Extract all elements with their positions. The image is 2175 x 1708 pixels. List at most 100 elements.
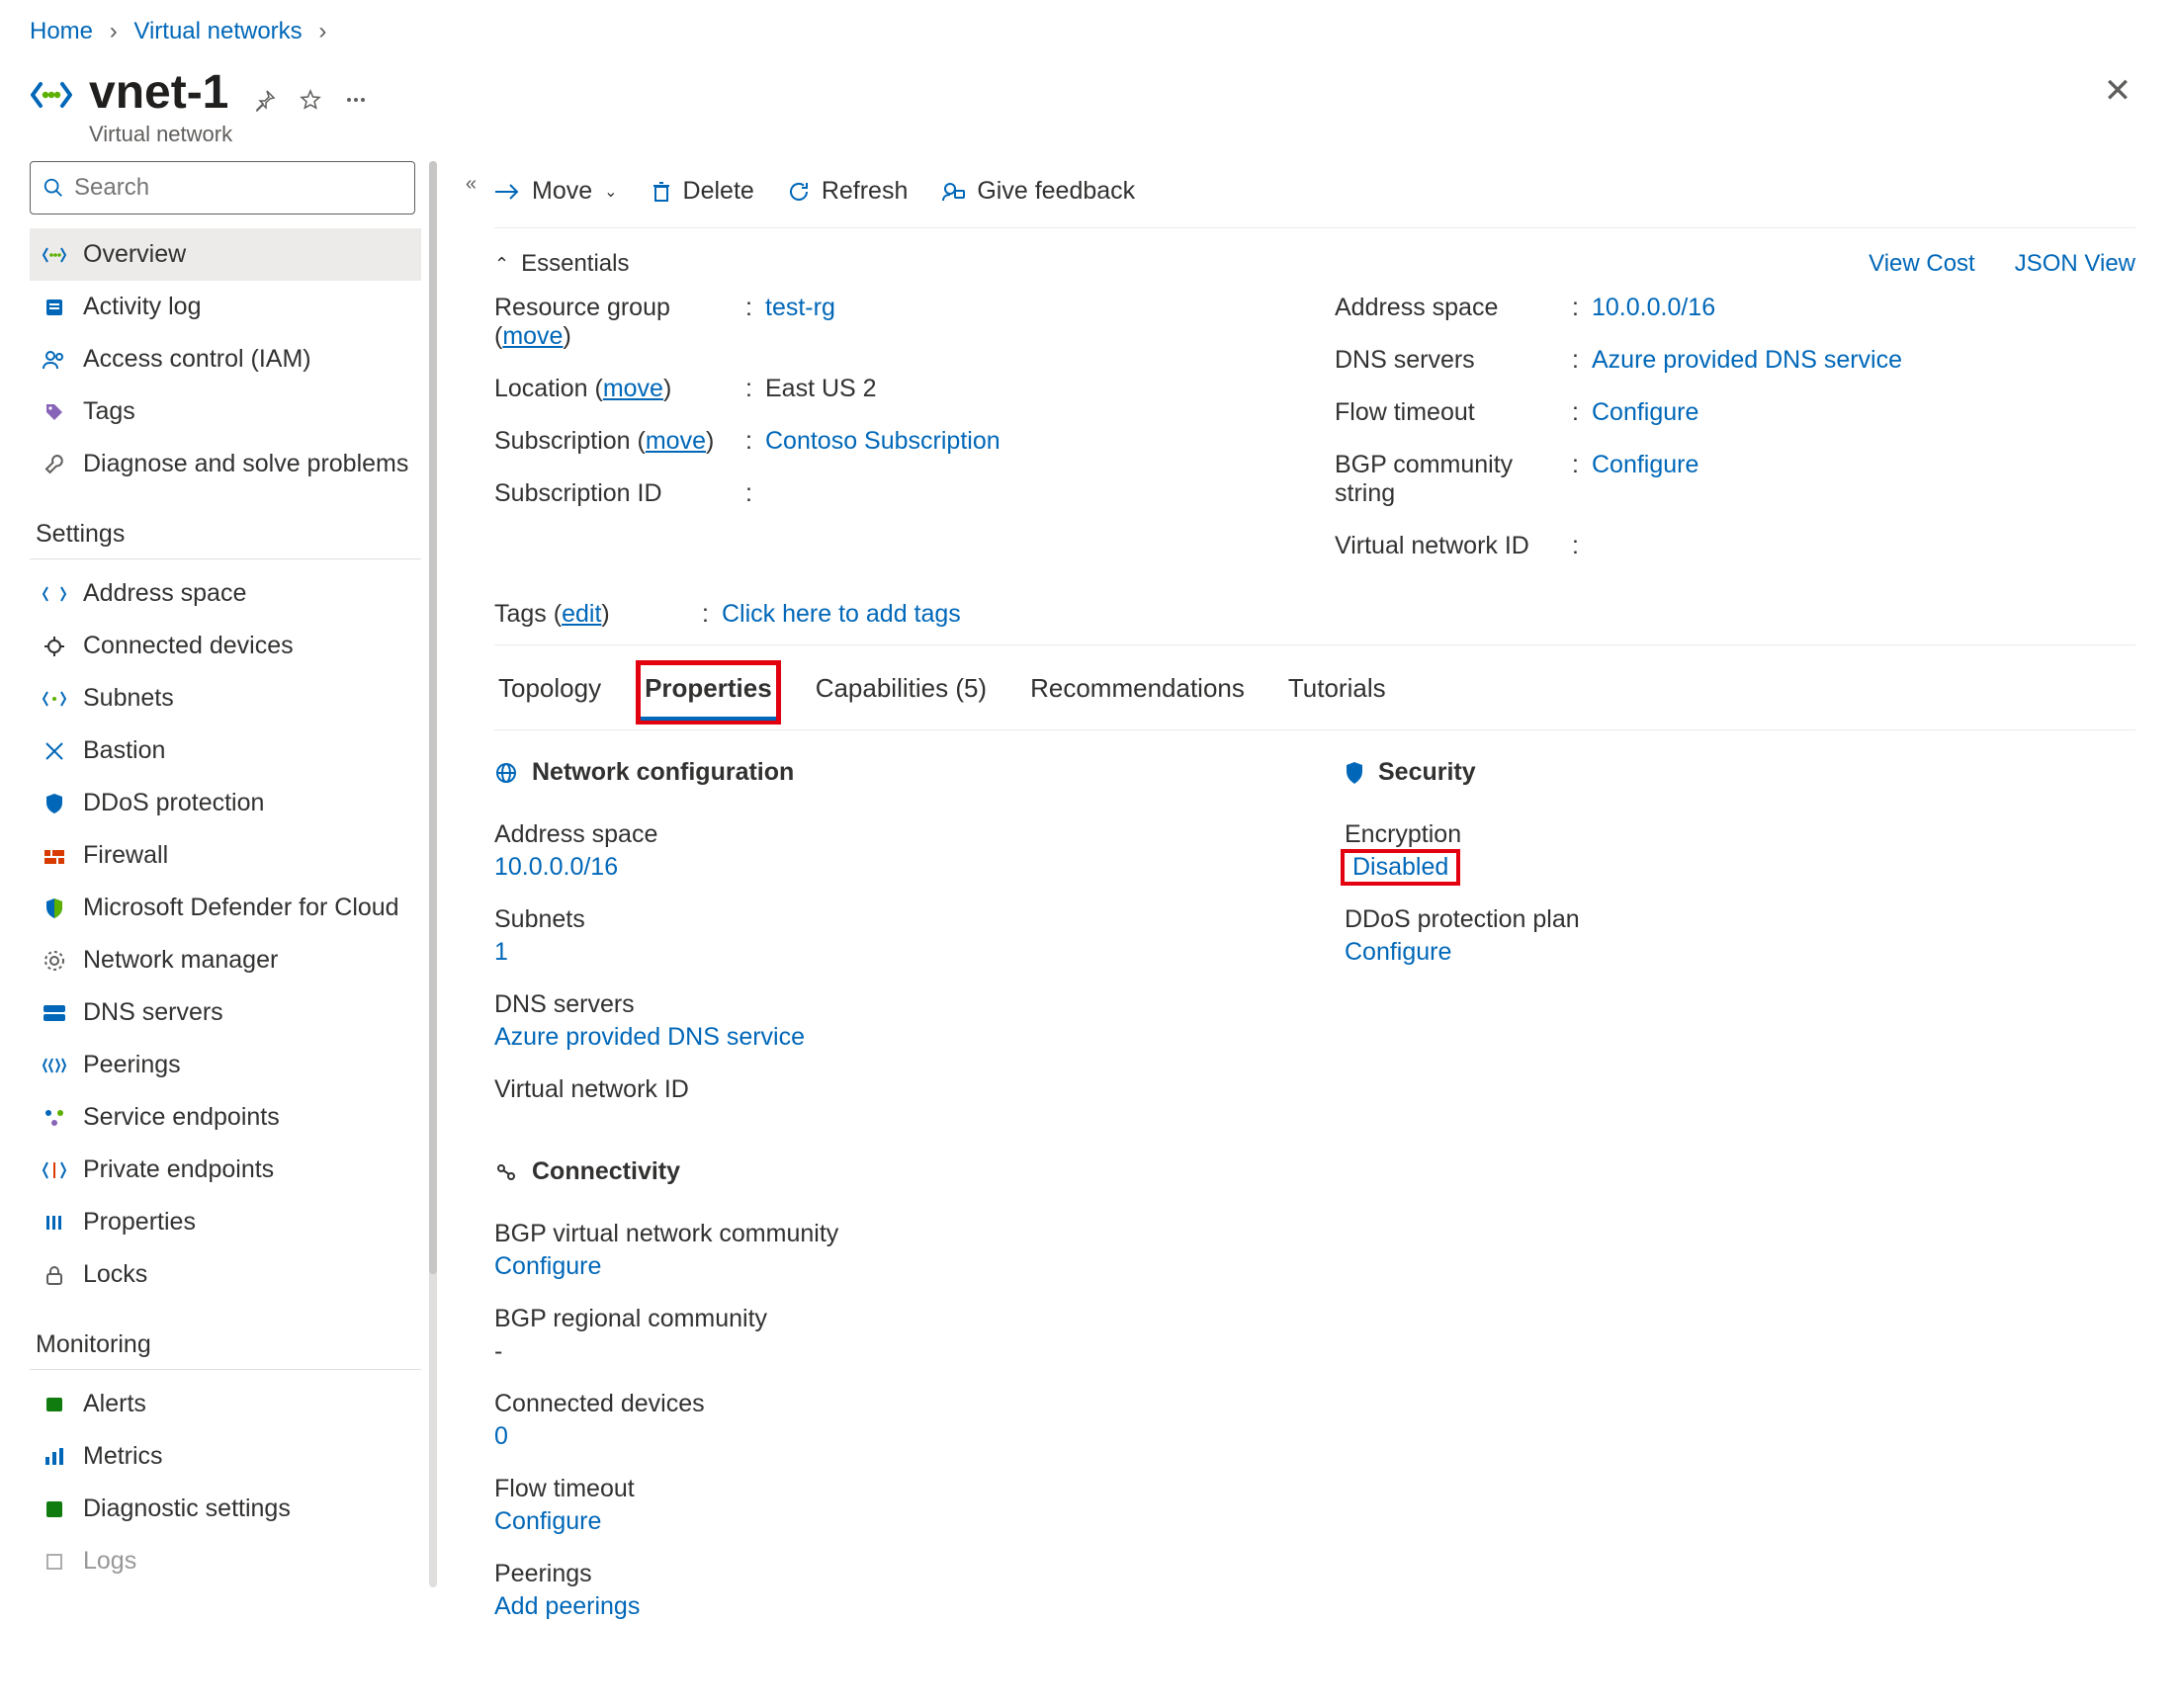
- defender-icon: [42, 896, 67, 921]
- breadcrumb-home[interactable]: Home: [30, 18, 93, 44]
- arrow-right-icon: [494, 182, 520, 202]
- shield-icon: [42, 791, 67, 816]
- add-tags-link[interactable]: Click here to add tags: [722, 600, 961, 629]
- tab-recommendations[interactable]: Recommendations: [1026, 665, 1249, 720]
- prop-bgpvn-value[interactable]: Configure: [494, 1252, 601, 1280]
- sidebar-item-subnets[interactable]: Subnets: [30, 672, 421, 725]
- refresh-button[interactable]: Refresh: [788, 177, 909, 206]
- sidebar-scrollbar[interactable]: [429, 161, 437, 1587]
- sidebar-item-ddos[interactable]: DDoS protection: [30, 777, 421, 829]
- prop-peer-value[interactable]: Add peerings: [494, 1592, 640, 1620]
- ess-val-flow[interactable]: Configure: [1592, 398, 1698, 427]
- prop-subnets-value[interactable]: 1: [494, 938, 508, 966]
- essentials-heading: Essentials: [521, 250, 629, 278]
- ess-val-rg[interactable]: test-rg: [765, 294, 835, 322]
- sidebar-item-defender[interactable]: Microsoft Defender for Cloud: [30, 882, 421, 934]
- more-icon[interactable]: [341, 85, 371, 115]
- ess-val-bgp[interactable]: Configure: [1592, 451, 1698, 479]
- search-input[interactable]: [30, 161, 415, 214]
- star-icon[interactable]: [296, 85, 325, 115]
- sidebar-item-activity-log[interactable]: Activity log: [30, 281, 421, 333]
- sidebar-item-label: Metrics: [83, 1442, 163, 1471]
- network-config-icon: [494, 762, 518, 784]
- view-cost-link[interactable]: View Cost: [1869, 250, 1975, 278]
- ess-val-dns[interactable]: Azure provided DNS service: [1592, 346, 1902, 375]
- security-shield-icon: [1345, 761, 1364, 785]
- prop-peer-label: Peerings: [494, 1546, 1285, 1592]
- collapse-sidebar-icon[interactable]: «: [466, 173, 477, 196]
- move-button[interactable]: Move ⌄: [494, 177, 618, 206]
- ess-val-subscription[interactable]: Contoso Subscription: [765, 427, 1000, 456]
- sidebar-item-label: Connected devices: [83, 632, 294, 660]
- connectivity-heading: Connectivity: [532, 1157, 680, 1186]
- sidebar-item-address-space[interactable]: Address space: [30, 567, 421, 620]
- sidebar-item-firewall[interactable]: Firewall: [30, 829, 421, 882]
- feedback-button[interactable]: Give feedback: [941, 177, 1135, 206]
- sidebar-item-tags[interactable]: Tags: [30, 385, 421, 438]
- sidebar-item-service-endpoints[interactable]: Service endpoints: [30, 1091, 421, 1144]
- delete-button[interactable]: Delete: [652, 177, 754, 206]
- sidebar-item-metrics[interactable]: Metrics: [30, 1430, 421, 1483]
- prop-flow-value[interactable]: Configure: [494, 1507, 601, 1535]
- sidebar-item-dns-servers[interactable]: DNS servers: [30, 986, 421, 1039]
- sidebar-item-bastion[interactable]: Bastion: [30, 725, 421, 777]
- close-icon[interactable]: ✕: [2100, 73, 2135, 109]
- move-location-link[interactable]: move: [603, 375, 663, 402]
- prop-addr-label: Address space: [494, 807, 1285, 853]
- move-rg-link[interactable]: move: [502, 322, 563, 350]
- breadcrumb-vnets[interactable]: Virtual networks: [133, 18, 302, 44]
- dns-icon: [42, 1000, 67, 1026]
- sidebar-item-access-control[interactable]: Access control (IAM): [30, 333, 421, 385]
- sidebar-item-diagnose[interactable]: Diagnose and solve problems: [30, 438, 421, 490]
- sidebar-item-network-manager[interactable]: Network manager: [30, 934, 421, 986]
- sidebar-item-label: Address space: [83, 579, 246, 608]
- address-space-icon: [42, 581, 67, 607]
- properties-icon: [42, 1210, 67, 1236]
- prop-dns-value[interactable]: Azure provided DNS service: [494, 1023, 805, 1051]
- json-view-link[interactable]: JSON View: [2015, 250, 2135, 278]
- pin-icon[interactable]: [250, 85, 280, 115]
- sidebar-item-properties[interactable]: Properties: [30, 1196, 421, 1248]
- move-subscription-link[interactable]: move: [646, 427, 706, 455]
- vnet-icon: [42, 242, 67, 268]
- move-label: Move: [532, 177, 592, 206]
- sidebar-item-alerts[interactable]: Alerts: [30, 1378, 421, 1430]
- tab-tutorials[interactable]: Tutorials: [1284, 665, 1390, 720]
- prop-enc-value[interactable]: Disabled: [1352, 853, 1448, 881]
- search-field[interactable]: [74, 174, 402, 202]
- sidebar-item-connected-devices[interactable]: Connected devices: [30, 620, 421, 672]
- command-bar: Move ⌄ Delete Refresh Give feedback: [494, 161, 2135, 228]
- sidebar-item-label: DNS servers: [83, 998, 223, 1027]
- delete-label: Delete: [683, 177, 754, 206]
- ess-val-addr[interactable]: 10.0.0.0/16: [1592, 294, 1715, 322]
- tab-capabilities[interactable]: Capabilities (5): [812, 665, 991, 720]
- sidebar-item-overview[interactable]: Overview: [30, 228, 421, 281]
- tab-topology[interactable]: Topology: [494, 665, 605, 720]
- tab-properties[interactable]: Properties: [641, 665, 776, 720]
- sidebar-item-locks[interactable]: Locks: [30, 1248, 421, 1301]
- sidebar-section-settings: Settings: [30, 490, 421, 559]
- alerts-icon: [42, 1392, 67, 1417]
- prop-addr-value[interactable]: 10.0.0.0/16: [494, 853, 618, 881]
- prop-ddos-value[interactable]: Configure: [1345, 938, 1451, 966]
- sidebar-item-label: Access control (IAM): [83, 345, 311, 374]
- collapse-essentials-icon[interactable]: ⌃: [494, 254, 509, 275]
- network-config-heading: Network configuration: [532, 758, 794, 787]
- sidebar-item-private-endpoints[interactable]: Private endpoints: [30, 1144, 421, 1196]
- sidebar-item-diagnostic-settings[interactable]: Diagnostic settings: [30, 1483, 421, 1535]
- prop-dns-label: DNS servers: [494, 977, 1285, 1023]
- bastion-icon: [42, 738, 67, 764]
- prop-conn-value[interactable]: 0: [494, 1422, 508, 1450]
- breadcrumb-sep-icon: ›: [318, 18, 326, 44]
- sidebar-item-label: Activity log: [83, 293, 201, 321]
- prop-bgpr-value: -: [494, 1337, 1285, 1376]
- ess-label-flow: Flow timeout: [1335, 398, 1572, 427]
- lock-icon: [42, 1262, 67, 1288]
- edit-tags-link[interactable]: edit: [562, 600, 601, 628]
- refresh-icon: [788, 181, 810, 203]
- people-icon: [42, 347, 67, 373]
- sidebar-item-logs[interactable]: Logs: [30, 1535, 421, 1587]
- firewall-icon: [42, 843, 67, 869]
- sidebar-item-label: Locks: [83, 1260, 147, 1289]
- sidebar-item-peerings[interactable]: Peerings: [30, 1039, 421, 1091]
